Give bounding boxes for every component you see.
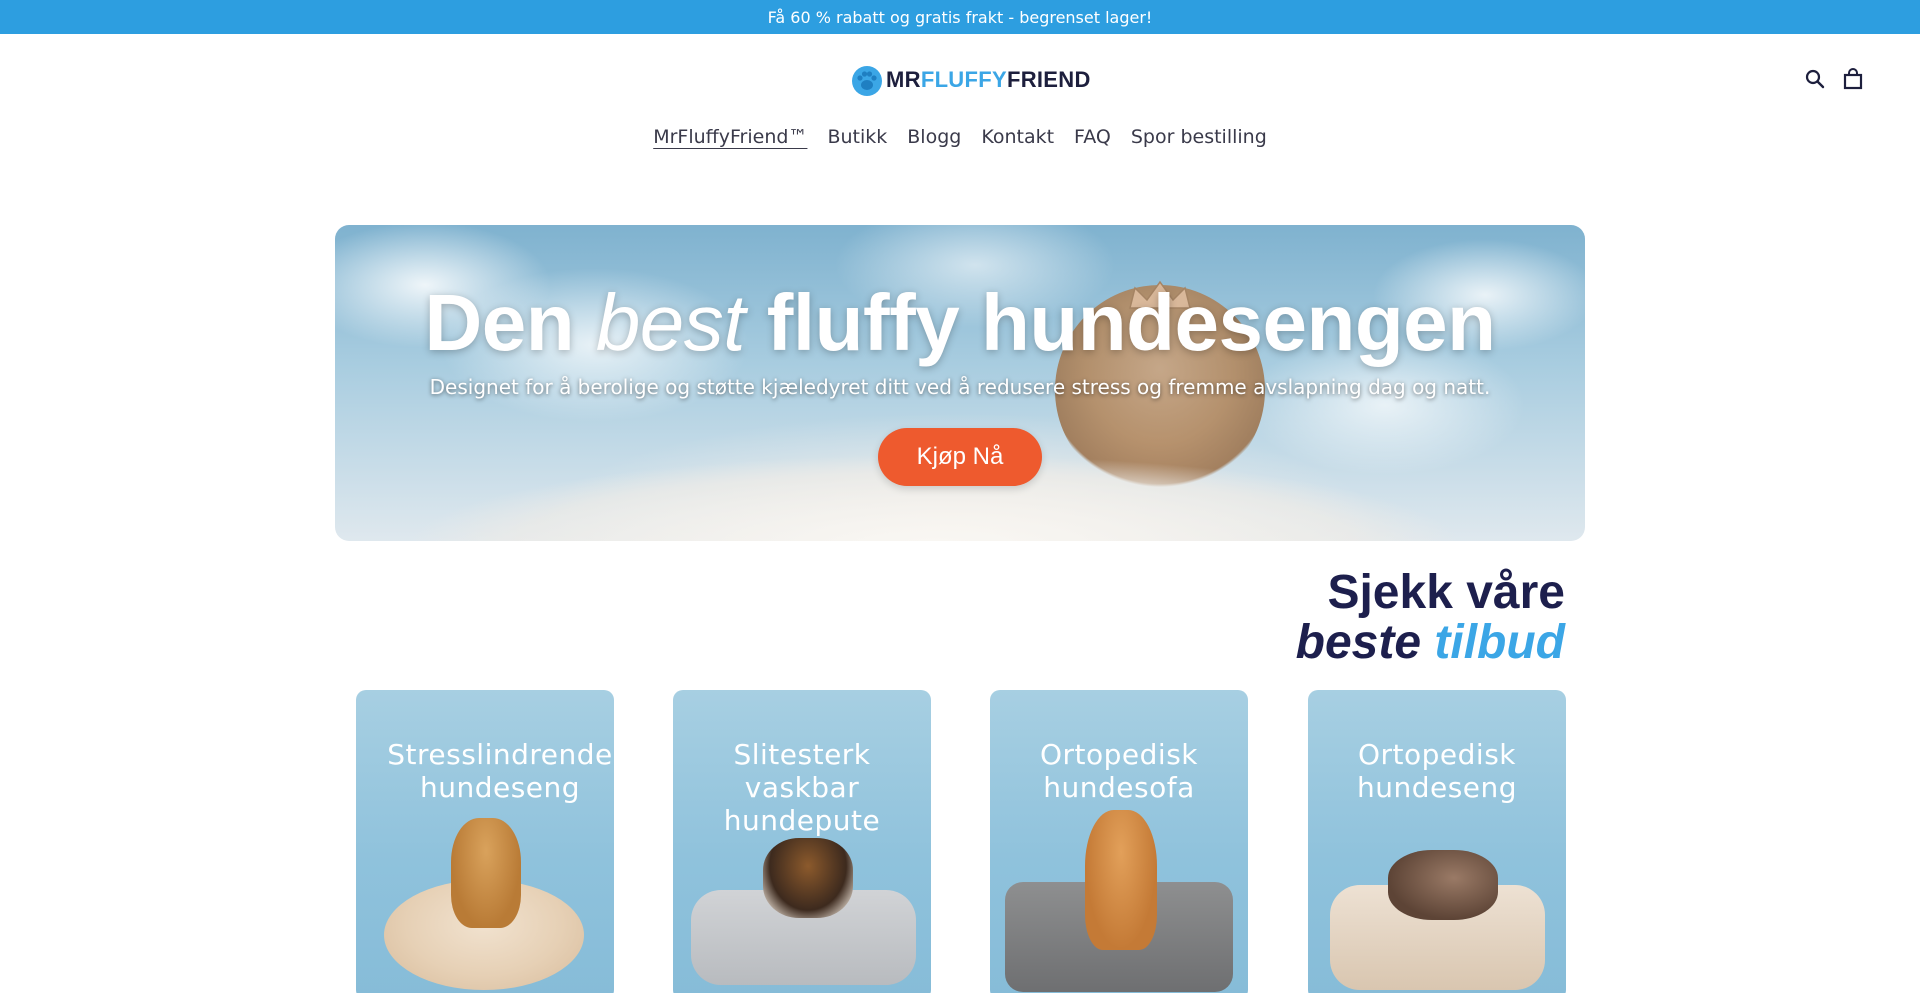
offers-heading-line2: beste tilbud bbox=[1100, 618, 1565, 668]
site-logo[interactable]: MRFLUFFYFRIEND bbox=[850, 62, 1091, 98]
shiba-inu-image bbox=[1085, 810, 1157, 950]
nav-item-mrfluffyfriend[interactable]: MrFluffyFriend™ bbox=[653, 124, 807, 150]
product-title: Slitesterk vaskbar hundepute bbox=[723, 738, 881, 837]
hero-subtitle: Designet for å berolige og støtte kjæled… bbox=[429, 375, 1491, 399]
logo-part-friend: FRIEND bbox=[1006, 67, 1091, 92]
header-icons bbox=[1804, 66, 1864, 92]
australian-shepherd-image bbox=[1388, 850, 1498, 920]
search-icon[interactable] bbox=[1804, 66, 1826, 92]
product-grid: Stresslindrende hundeseng Slitesterk vas… bbox=[0, 690, 1920, 993]
logo-part-fluffy: FLUFFY bbox=[920, 67, 1007, 92]
product-title: Ortopedisk hundeseng bbox=[1356, 738, 1518, 804]
nav-item-spor-bestilling[interactable]: Spor bestilling bbox=[1131, 124, 1267, 150]
product-title: Ortopedisk hundesofa bbox=[1039, 738, 1198, 804]
offers-heading-beste: beste bbox=[1295, 616, 1422, 669]
product-card-ortopedisk-sofa[interactable]: Ortopedisk hundesofa bbox=[990, 690, 1248, 993]
buy-now-button[interactable]: Kjøp Nå bbox=[878, 428, 1042, 486]
product-title: Stresslindrende hundeseng bbox=[387, 738, 613, 804]
beagle-image bbox=[763, 838, 853, 918]
nav-item-butikk[interactable]: Butikk bbox=[827, 124, 887, 150]
hero-title-em: best bbox=[595, 278, 746, 367]
product-card-stresslindrende[interactable]: Stresslindrende hundeseng bbox=[356, 690, 614, 993]
nav-item-kontakt[interactable]: Kontakt bbox=[981, 124, 1054, 150]
cart-icon[interactable] bbox=[1842, 66, 1864, 92]
hero-title-pre: Den bbox=[424, 278, 575, 367]
hero-title: Den best fluffy hundesengen bbox=[335, 277, 1585, 369]
hero-banner: Den best fluffy hundesengen Designet for… bbox=[335, 225, 1585, 541]
offers-heading-line1: Sjekk våre bbox=[1327, 566, 1565, 619]
product-card-ortopedisk-seng[interactable]: Ortopedisk hundeseng bbox=[1308, 690, 1566, 993]
offers-heading: Sjekk våre beste tilbud bbox=[1100, 568, 1565, 668]
nav-item-blogg[interactable]: Blogg bbox=[907, 124, 961, 150]
logo-wordmark: MRFLUFFYFRIEND bbox=[886, 67, 1091, 93]
product-card-slitesterk[interactable]: Slitesterk vaskbar hundepute bbox=[673, 690, 931, 993]
announcement-text: Få 60 % rabatt og gratis frakt - begrens… bbox=[767, 7, 1153, 27]
announcement-bar: Få 60 % rabatt og gratis frakt - begrens… bbox=[0, 0, 1920, 34]
main-nav: MrFluffyFriend™ Butikk Blogg Kontakt FAQ… bbox=[0, 124, 1920, 150]
offers-heading-tilbud: tilbud bbox=[1434, 616, 1565, 669]
logo-part-mr: MR bbox=[886, 67, 921, 92]
paw-icon bbox=[850, 63, 884, 97]
hero-title-post: fluffy hundesengen bbox=[766, 278, 1496, 367]
golden-retriever-image bbox=[451, 818, 521, 928]
nav-item-faq[interactable]: FAQ bbox=[1074, 124, 1111, 150]
